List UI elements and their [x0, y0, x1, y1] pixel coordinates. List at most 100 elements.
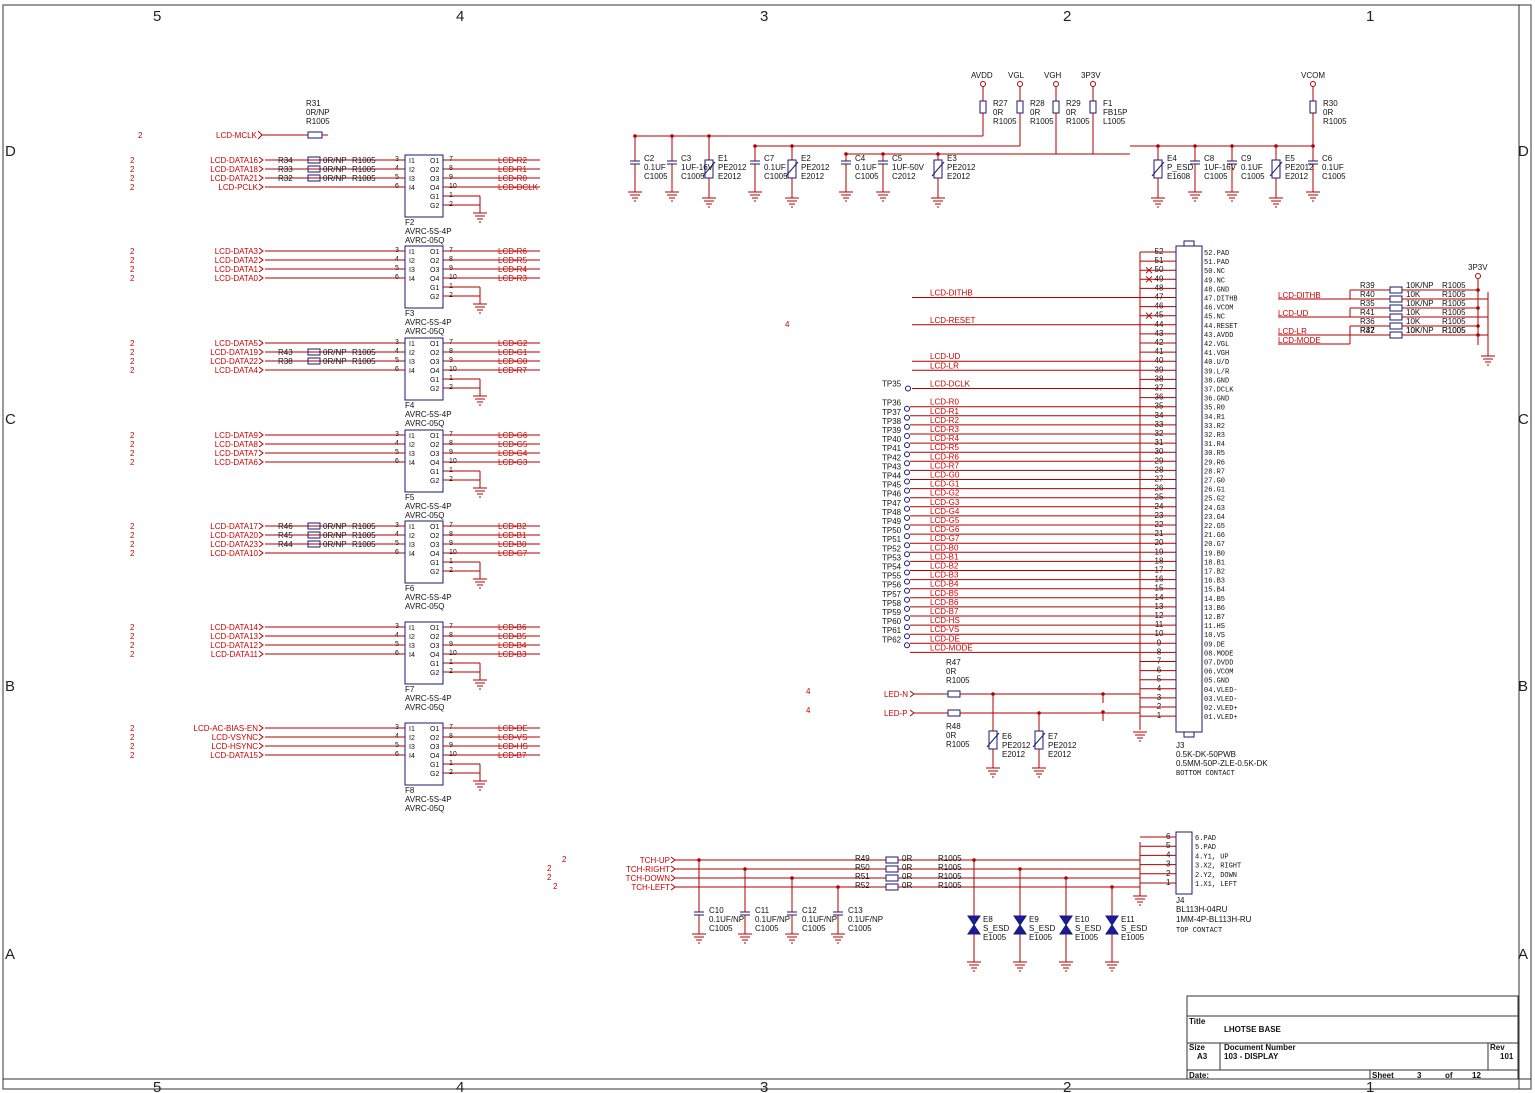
testpoint-label: TP55	[882, 572, 902, 581]
junction-dot	[1101, 692, 1105, 696]
sheet-ref: 2	[547, 864, 552, 873]
offpage-arrow	[258, 256, 264, 264]
net-label: LCD-G6	[498, 431, 528, 440]
net-label: LCD-MCLK	[216, 131, 258, 140]
row-label-right: A	[1518, 946, 1528, 963]
connector-body	[1175, 245, 1203, 733]
part-value: 0R	[902, 854, 912, 863]
part-value: S_ESD	[1075, 924, 1101, 933]
sheet-ref: 2	[130, 165, 135, 174]
pin-name: O3	[430, 643, 439, 650]
pin-name: I4	[409, 368, 415, 375]
net-label: LCD-G7	[930, 534, 960, 543]
part-package: E1005	[983, 933, 1007, 942]
rail-terminal	[1090, 81, 1096, 87]
connector-pin-label: 36.GND	[1204, 396, 1229, 404]
testpoint-label: TP42	[882, 453, 902, 462]
testpoint-label: TP58	[882, 599, 902, 608]
testpoint-circle	[904, 596, 910, 603]
sheet-ref: 2	[130, 458, 135, 467]
net-label: LED-N	[884, 690, 908, 699]
connector-pin-label: 40.U/D	[1204, 359, 1229, 367]
sheet-ref: 2	[130, 751, 135, 760]
pin-name: O4	[430, 551, 439, 558]
part-ref: R42	[1360, 326, 1375, 335]
net-label: LCD-DATA2	[215, 256, 259, 265]
ground-symbol	[986, 767, 1000, 778]
ground-symbol	[785, 197, 799, 208]
offpage-arrow	[670, 883, 676, 891]
net-label: LCD-R4	[930, 434, 959, 443]
part-package: C1005	[802, 924, 826, 933]
testpoint-circle	[904, 514, 910, 521]
ground-symbol	[473, 212, 487, 223]
sheet-ref: 2	[130, 449, 135, 458]
pin-name: O3	[430, 359, 439, 366]
part-value: 0R	[902, 881, 912, 890]
buffer-f8: I132 LCD-AC-BIAS-ENI242 LCD-VSYNCI352 LCD-H…	[130, 722, 540, 813]
connector-pin-label: 24.G3	[1204, 505, 1225, 513]
rail-vgl: VGL R280RR1005	[1008, 71, 1054, 146]
connector-pin-label: 13.B6	[1204, 605, 1225, 613]
ground-symbol	[628, 191, 642, 202]
part-ref: R40	[1360, 290, 1375, 299]
part-value: 0R/NP	[323, 165, 347, 174]
resistor-symbol	[885, 883, 899, 891]
rail-3p3v: 3P3V F1FB15PL1005	[1081, 71, 1127, 154]
testpoint-label: TP43	[882, 462, 902, 471]
net-label: LCD-DATA12	[210, 641, 258, 650]
connector-pin-label: 28.R7	[1204, 468, 1225, 476]
connector-pin-label: 52.PAD	[1204, 250, 1229, 258]
part-package: AVRC-05Q	[405, 703, 444, 712]
row-label-right: C	[1518, 411, 1529, 428]
part-ref: R45	[278, 531, 293, 540]
testpoint-label: TP60	[882, 617, 902, 626]
part-ref: E11	[1121, 915, 1135, 924]
offpage-arrow	[258, 549, 264, 557]
offpage-arrow	[258, 247, 264, 255]
part-value: 0.1UF/NP	[709, 915, 744, 924]
net-label: LCD-B4	[930, 580, 959, 589]
part-ref: C8	[1204, 154, 1215, 163]
connector-pin-label: 33.R2	[1204, 423, 1225, 431]
part-package: C1005	[644, 172, 668, 181]
net-label: LCD-DATA1	[215, 265, 259, 274]
part-ref: E10	[1075, 915, 1090, 924]
pin-name: O1	[430, 726, 439, 733]
ground-symbol	[738, 933, 752, 944]
sheet-ref: 2	[138, 131, 143, 140]
testpoint-label: TP38	[882, 417, 902, 426]
net-label: LCD-R6	[498, 247, 527, 256]
pin-name: I2	[409, 735, 415, 742]
testpoint-label: TP35	[882, 380, 902, 389]
ground-symbol	[1032, 767, 1046, 778]
net-label: LCD-DATA22	[210, 357, 258, 366]
connector-pin-label: 37.DCLK	[1204, 387, 1234, 395]
net-label: LCD-R2	[498, 156, 527, 165]
net-label: LCD-VS	[498, 733, 527, 742]
testpoint-net: LCD-VS TP61	[882, 625, 1140, 640]
part-package: C1005	[681, 172, 705, 181]
ground-symbol	[831, 933, 845, 944]
part-package: E1608	[1167, 172, 1191, 181]
part-ref: R39	[1360, 281, 1375, 290]
tvs-diode-symbol	[967, 915, 981, 935]
part-note: TOP CONTACT	[1176, 927, 1222, 935]
row-label-left: B	[5, 678, 15, 695]
testpoint-label: TP56	[882, 581, 902, 590]
net-label: LCD-PCLK	[218, 183, 258, 192]
tvs-diode-symbol	[1059, 915, 1073, 935]
testpoint-net: LCD-G4 TP48	[882, 507, 1140, 521]
part-ref: C6	[1322, 154, 1333, 163]
part-value: PE2012	[718, 163, 747, 172]
testpoint-label: TP59	[882, 608, 902, 617]
part-value: 0.1UF	[764, 163, 786, 172]
net-label: LCD-DATA8	[215, 440, 259, 449]
pin-name: O3	[430, 267, 439, 274]
part-value: 10K	[1406, 290, 1421, 299]
pin-name: I4	[409, 185, 415, 192]
net-label: LCD-R7	[498, 366, 527, 375]
part-ref: E6	[1002, 732, 1012, 741]
connector-pin-label: 16.B3	[1204, 578, 1225, 586]
offpage-arrow	[258, 531, 264, 539]
